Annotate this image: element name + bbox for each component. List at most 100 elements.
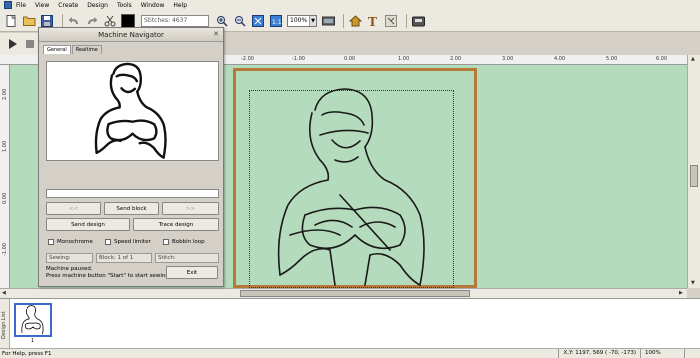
- status-xy-label: X,Y:: [563, 350, 574, 356]
- monochrome-label: Monochrome: [57, 239, 93, 245]
- ruler-label: 4.00: [554, 56, 566, 62]
- menu-design[interactable]: Design: [87, 2, 108, 9]
- next-block-button[interactable]: >>: [162, 202, 219, 215]
- design-list-sidebar: Design List: [0, 299, 10, 349]
- design-thumbnail[interactable]: [14, 303, 52, 337]
- ruler-label: -1.00: [2, 243, 8, 256]
- embroidery-design[interactable]: [260, 85, 450, 290]
- scroll-thumb[interactable]: [240, 290, 470, 297]
- ruler-label: 0.00: [2, 192, 8, 204]
- ruler-label: -2.00: [241, 56, 254, 62]
- menu-file[interactable]: File: [16, 2, 26, 9]
- stop-icon[interactable]: [23, 37, 36, 51]
- machine-navigator-dialog: Machine Navigator ✕ General Realtime << …: [38, 27, 224, 287]
- zoom-in-icon[interactable]: [215, 14, 229, 28]
- stitches-count: Stitches: 4637: [141, 14, 209, 27]
- zoom-select[interactable]: 100% ▼: [287, 14, 317, 27]
- ruler-label: 1.00: [398, 56, 410, 62]
- checkbox-box[interactable]: [48, 239, 54, 245]
- status-empty: [684, 349, 700, 358]
- ruler-label: 1.00: [2, 140, 8, 152]
- block-field: Block: 1 of 1: [96, 253, 152, 263]
- trace-design-button[interactable]: Trace design: [133, 218, 219, 231]
- applique-icon[interactable]: [384, 14, 398, 28]
- exit-button[interactable]: Exit: [166, 266, 218, 279]
- status-xy: X,Y: 1197, 569 ( -70, -173): [558, 349, 640, 358]
- status-coords: ( -70, -173): [604, 350, 636, 356]
- stitch-field: Stitch:: [155, 253, 219, 263]
- menu-bar: File View Create Design Tools Window Hel…: [0, 0, 700, 10]
- close-icon[interactable]: ✕: [212, 31, 220, 39]
- fit-icon[interactable]: [251, 14, 265, 28]
- toolbar-separator: [406, 13, 407, 28]
- design-list-panel: Design List 1: [0, 298, 700, 349]
- speed-limiter-checkbox[interactable]: Speed limiter: [105, 239, 151, 245]
- speed-limiter-label: Speed limiter: [114, 239, 151, 245]
- sewing-field: Sewing:: [46, 253, 93, 263]
- ruler-label: 3.00: [502, 56, 514, 62]
- hat-icon[interactable]: [348, 14, 362, 28]
- prev-block-button[interactable]: <<: [46, 202, 101, 215]
- color-swatch[interactable]: [121, 13, 135, 28]
- design-list-label: Design List: [1, 311, 7, 339]
- bobbin-loop-checkbox[interactable]: Bobbin loop: [163, 239, 205, 245]
- zoom-value: 100%: [290, 17, 308, 24]
- open-icon[interactable]: [22, 14, 36, 28]
- undo-icon[interactable]: [67, 14, 81, 28]
- ruler-label: 0.00: [344, 56, 356, 62]
- new-icon[interactable]: [4, 14, 18, 28]
- svg-text:1:1: 1:1: [272, 19, 282, 26]
- menu-window[interactable]: Window: [141, 2, 165, 9]
- secondary-toolbar: [0, 33, 40, 55]
- svg-text:T: T: [368, 15, 377, 27]
- ruler-label: 2.00: [2, 88, 8, 100]
- scroll-left-icon[interactable]: ◀: [2, 290, 6, 296]
- tab-realtime[interactable]: Realtime: [71, 45, 102, 54]
- dialog-tabs: General Realtime: [39, 42, 223, 54]
- scroll-thumb[interactable]: [690, 165, 698, 187]
- menu-create[interactable]: Create: [58, 2, 78, 9]
- text-icon[interactable]: T: [366, 14, 380, 28]
- menu-help[interactable]: Help: [173, 2, 187, 9]
- sewing-progress-bar: [46, 189, 219, 198]
- menu-tools[interactable]: Tools: [117, 2, 132, 9]
- thumbnail-image: [21, 305, 44, 335]
- menu-view[interactable]: View: [35, 2, 49, 9]
- send-block-button[interactable]: Send block: [104, 202, 159, 215]
- checkbox-box[interactable]: [105, 239, 111, 245]
- sew-icon[interactable]: [411, 14, 425, 28]
- preview-image: [94, 62, 167, 159]
- status-xy-value: 1197, 569: [575, 350, 604, 356]
- scroll-up-icon[interactable]: ▲: [691, 56, 695, 62]
- actual-size-icon[interactable]: 1:1: [269, 14, 283, 28]
- dialog-title-bar[interactable]: Machine Navigator ✕: [39, 28, 223, 42]
- dialog-title: Machine Navigator: [98, 30, 164, 39]
- zoom-out-icon[interactable]: [233, 14, 247, 28]
- bobbin-loop-label: Bobbin loop: [172, 239, 205, 245]
- ruler-label: 5.00: [606, 56, 618, 62]
- thumbnail-number: 1: [31, 338, 35, 344]
- app-icon: [4, 1, 12, 9]
- design-preview: [46, 61, 219, 161]
- ruler-label: 2.00: [450, 56, 462, 62]
- horizontal-scrollbar[interactable]: ◀ ▶: [0, 288, 687, 298]
- scissors-icon[interactable]: [103, 14, 117, 28]
- toolbar-separator: [343, 13, 344, 28]
- checkbox-box[interactable]: [163, 239, 169, 245]
- status-zoom: 100%: [640, 349, 684, 358]
- machine-icon[interactable]: [321, 14, 335, 28]
- ruler-left: 2.00 1.00 0.00 -1.00: [0, 65, 10, 288]
- redo-icon[interactable]: [85, 14, 99, 28]
- vertical-scrollbar[interactable]: ▲ ▼: [687, 55, 700, 288]
- chevron-down-icon[interactable]: ▼: [309, 15, 316, 26]
- status-bar: For Help, press F1 X,Y: 1197, 569 ( -70,…: [0, 348, 700, 358]
- tab-general[interactable]: General: [43, 45, 71, 54]
- ruler-label: 6.00: [656, 56, 668, 62]
- play-icon[interactable]: [6, 37, 19, 51]
- scroll-right-icon[interactable]: ▶: [679, 290, 683, 296]
- send-design-button[interactable]: Send design: [46, 218, 130, 231]
- scroll-down-icon[interactable]: ▼: [691, 280, 695, 286]
- monochrome-checkbox[interactable]: Monochrome: [48, 239, 93, 245]
- toolbar-separator: [62, 13, 63, 28]
- save-icon[interactable]: [40, 14, 54, 28]
